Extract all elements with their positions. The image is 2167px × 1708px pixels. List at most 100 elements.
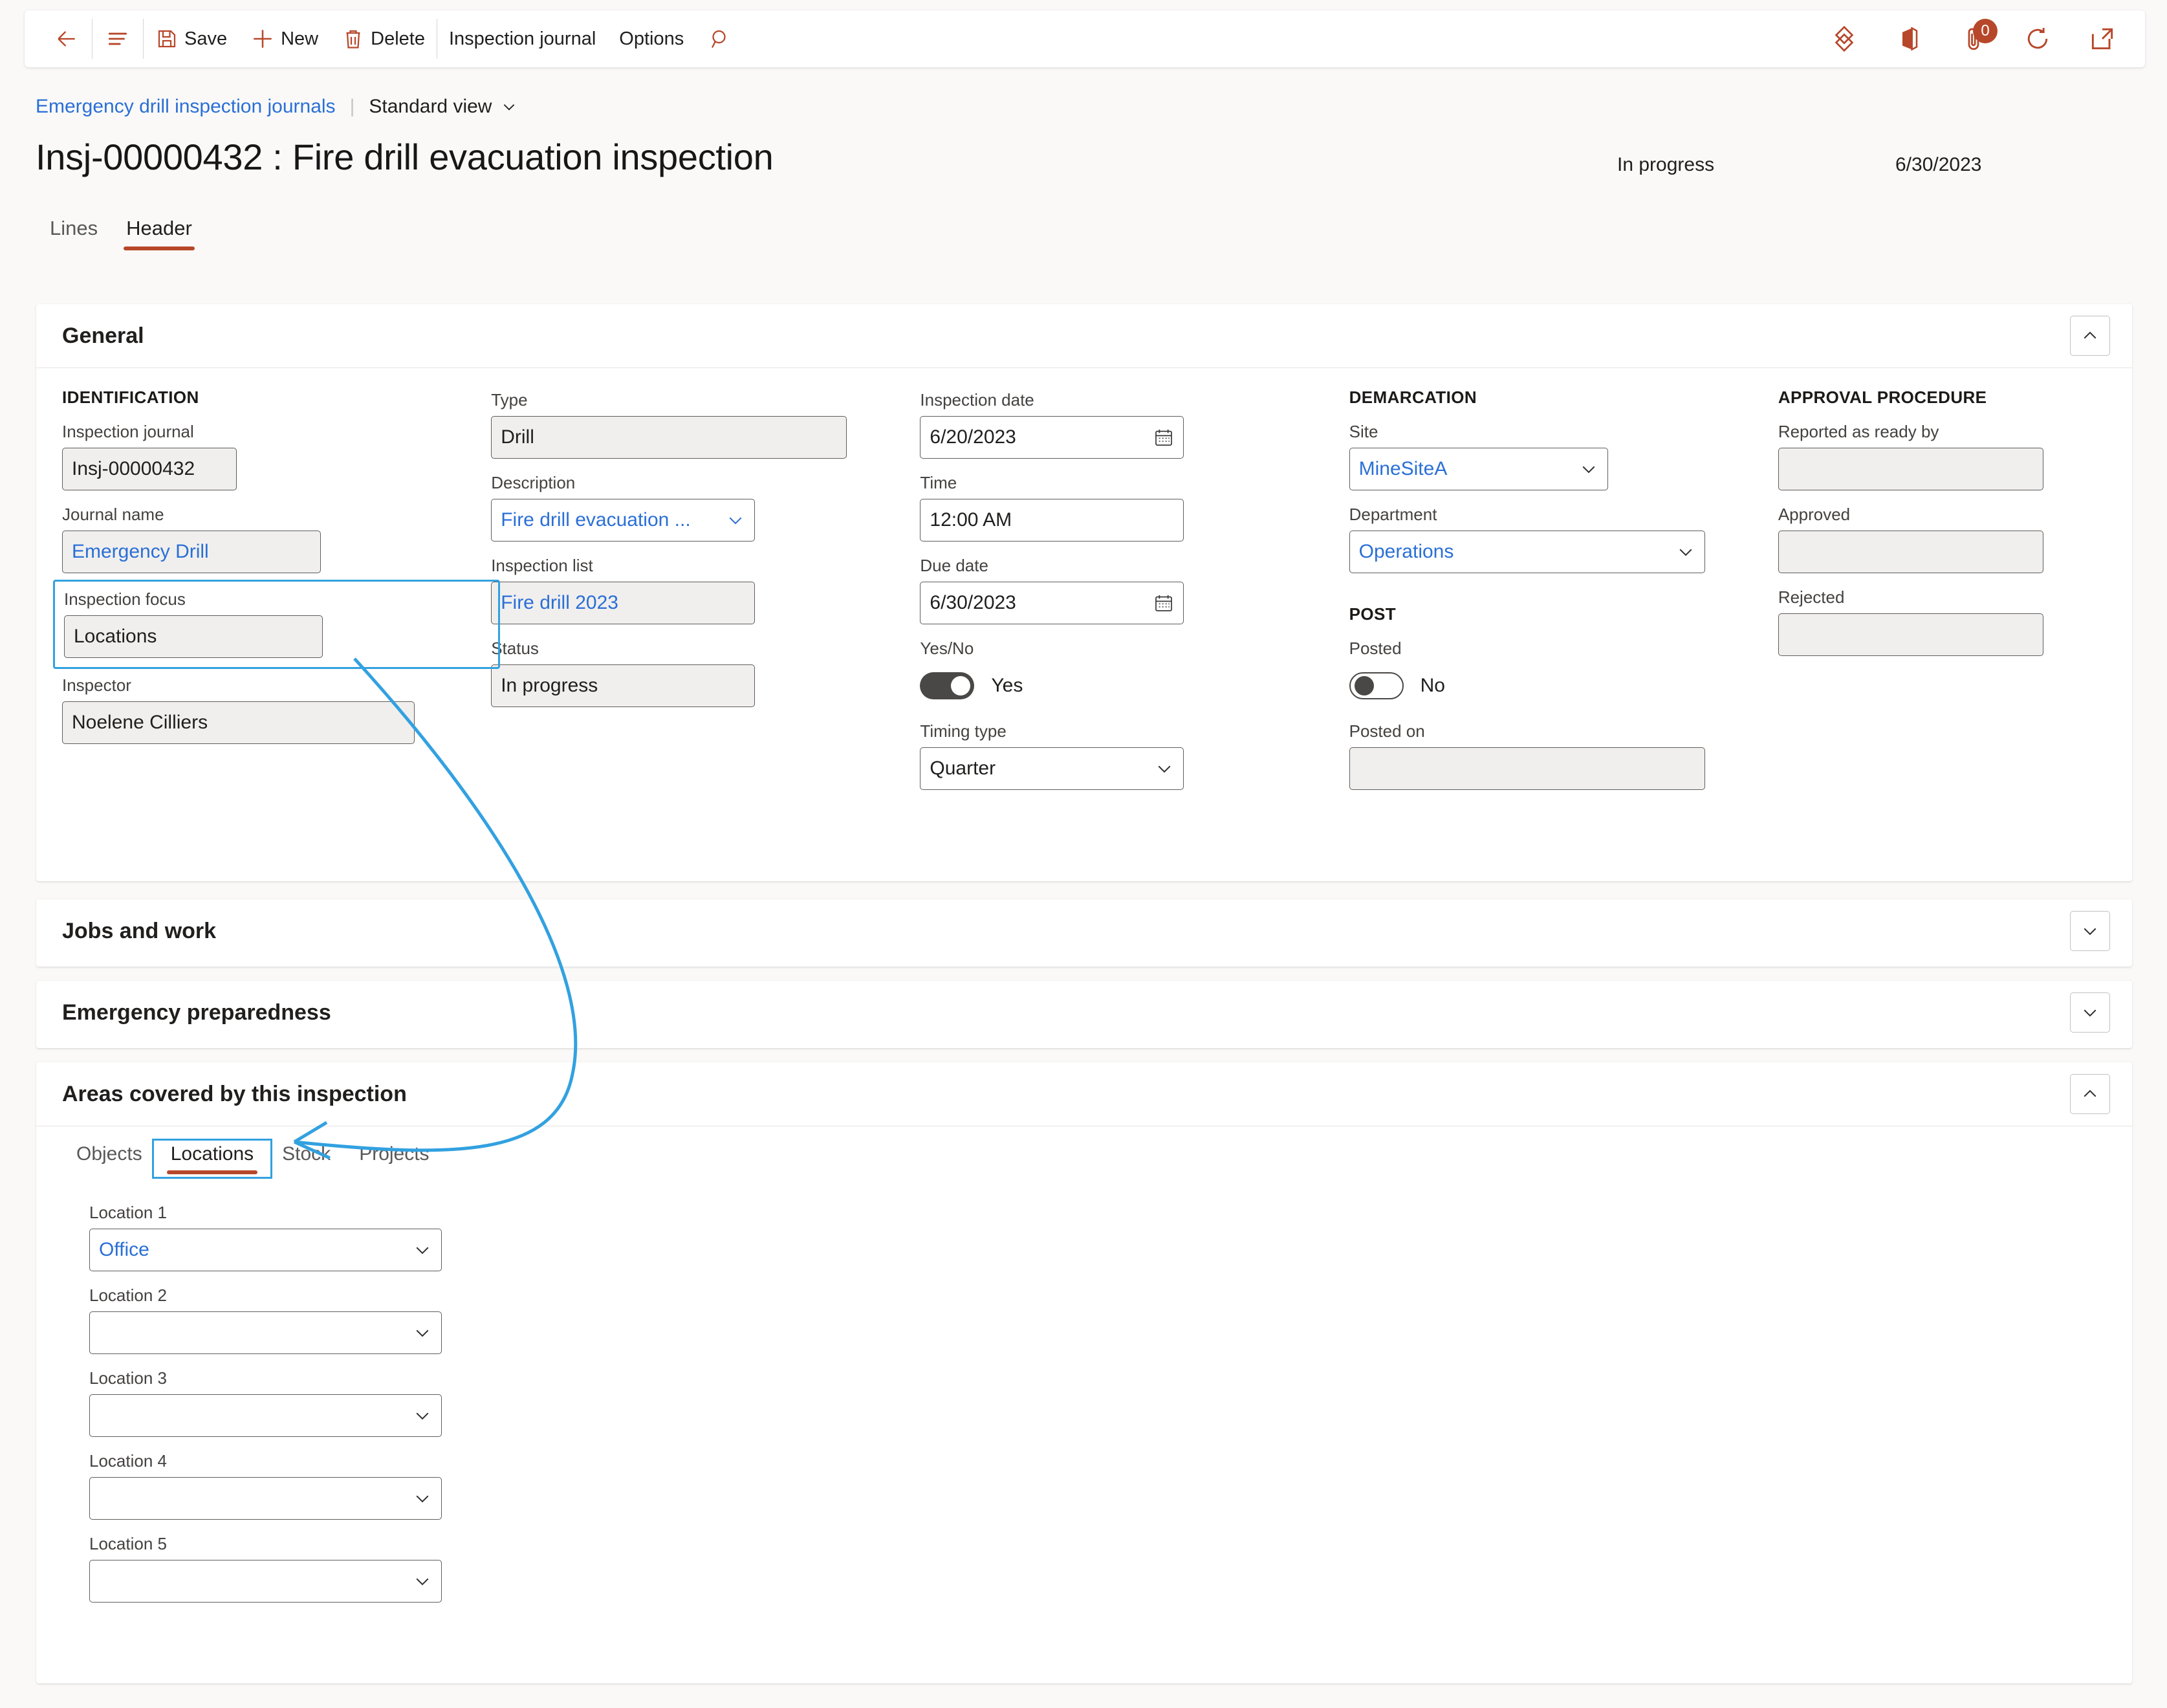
posted-value: No (1420, 675, 1445, 696)
new-button[interactable]: New (239, 19, 330, 59)
subtab-objects[interactable]: Objects (62, 1143, 157, 1174)
site-dropdown[interactable]: MineSiteA (1349, 448, 1608, 490)
rejected-input[interactable] (1778, 613, 2043, 656)
menu-options[interactable]: Options (607, 19, 695, 59)
field-posted: Posted No (1349, 639, 1778, 707)
approval-group-title: Approval procedure (1778, 388, 1987, 407)
breadcrumb-parent-link[interactable]: Emergency drill inspection journals (36, 96, 336, 118)
delete-button[interactable]: Delete (330, 19, 437, 59)
yes-no-toggle[interactable] (920, 672, 975, 699)
inspection-journal-label: Inspection journal (448, 28, 596, 49)
office-icon[interactable] (1895, 25, 1924, 53)
save-button[interactable]: Save (144, 19, 239, 59)
general-header[interactable]: General (36, 304, 2132, 367)
refresh-button[interactable] (2023, 25, 2052, 53)
location-2-dropdown[interactable] (89, 1311, 442, 1354)
show-navigation-button[interactable] (93, 19, 143, 59)
general-collapse-button[interactable] (2070, 316, 2110, 356)
location-5-dropdown[interactable] (89, 1560, 442, 1603)
status-value: In progress (501, 675, 598, 696)
inspection-date-label: Inspection date (920, 390, 1034, 410)
inspection-date-input[interactable]: 6/20/2023 (920, 416, 1184, 459)
description-dropdown[interactable]: Fire drill evacuation ... (491, 499, 756, 542)
view-selector[interactable]: Standard view (369, 96, 517, 118)
general-grid: Identification Inspection journal Insj-0… (36, 368, 2132, 830)
section-jobs-and-work[interactable]: Jobs and work (36, 899, 2132, 967)
description-label: Description (491, 473, 576, 492)
type-input[interactable]: Drill (491, 416, 847, 459)
location-1-label: Location 1 (89, 1203, 167, 1222)
time-input[interactable]: 12:00 AM (920, 499, 1184, 542)
journal-name-input[interactable]: Emergency Drill (62, 531, 321, 573)
posted-on-label: Posted on (1349, 721, 1425, 741)
status-text: In progress (1617, 154, 1715, 175)
jobs-and-work-expand-button[interactable] (2070, 911, 2110, 951)
approved-input[interactable] (1778, 531, 2043, 573)
time-value: 12:00 AM (930, 509, 1012, 531)
tab-lines[interactable]: Lines (36, 217, 112, 250)
command-bar: Save New Delete Inspection journal Optio… (25, 10, 2145, 67)
status-input[interactable]: In progress (491, 664, 756, 707)
inspection-list-input[interactable]: Fire drill 2023 (491, 582, 756, 624)
chevron-down-icon (408, 1489, 432, 1508)
save-icon (155, 27, 179, 50)
inspector-input[interactable]: Noelene Cilliers (62, 701, 415, 744)
search-button[interactable] (695, 19, 745, 59)
inspection-journal-input[interactable]: Insj-00000432 (62, 448, 237, 490)
emergency-preparedness-expand-button[interactable] (2070, 992, 2110, 1033)
field-status: Status In progress (491, 639, 920, 707)
field-location-5: Location 5 (89, 1534, 2132, 1603)
view-selector-label: Standard view (369, 96, 492, 117)
chevron-down-icon (501, 98, 517, 115)
field-posted-on: Posted on (1349, 721, 1778, 790)
chevron-down-icon (408, 1571, 432, 1591)
reported-as-ready-by-input[interactable] (1778, 448, 2043, 490)
inspector-label: Inspector (62, 675, 131, 695)
location-4-dropdown[interactable] (89, 1477, 442, 1520)
field-inspector: Inspector Noelene Cilliers (62, 675, 491, 744)
chevron-down-icon (1671, 542, 1695, 562)
attachments-button[interactable]: 0 (1960, 19, 1998, 52)
field-location-2: Location 2 (89, 1286, 2132, 1354)
menu-inspection-journal[interactable]: Inspection journal (437, 19, 607, 59)
inspection-list-value: Fire drill 2023 (501, 592, 618, 613)
areas-covered-collapse-button[interactable] (2070, 1074, 2110, 1114)
field-inspection-focus: Inspection focus Locations (64, 589, 489, 658)
tab-header[interactable]: Header (112, 217, 206, 250)
back-button[interactable] (41, 19, 92, 59)
location-3-label: Location 3 (89, 1368, 167, 1388)
emergency-preparedness-title: Emergency preparedness (62, 1000, 331, 1025)
posted-toggle[interactable] (1349, 672, 1404, 699)
type-label: Type (491, 390, 528, 410)
section-emergency-preparedness[interactable]: Emergency preparedness (36, 981, 2132, 1048)
chevron-down-icon (721, 510, 745, 530)
subtab-stock[interactable]: Stock (268, 1143, 345, 1174)
due-date-value: 6/30/2023 (930, 592, 1016, 613)
delete-label: Delete (371, 28, 425, 49)
calendar-icon[interactable] (1148, 427, 1174, 448)
column-approval: Approval procedure Reported as ready by … (1778, 388, 2106, 804)
inspection-focus-highlight: Inspection focus Locations (53, 580, 501, 669)
location-1-dropdown[interactable]: Office (89, 1229, 442, 1271)
open-in-new-window-button[interactable] (2088, 25, 2117, 53)
dynamics-diamond-icon[interactable] (1829, 24, 1859, 54)
inspection-journal-value: Insj-00000432 (72, 458, 195, 479)
areas-covered-header[interactable]: Areas covered by this inspection (36, 1062, 2132, 1126)
rejected-label: Rejected (1778, 587, 1845, 607)
department-dropdown[interactable]: Operations (1349, 531, 1705, 573)
timing-type-dropdown[interactable]: Quarter (920, 747, 1184, 790)
inspection-focus-input[interactable]: Locations (64, 615, 323, 658)
emergency-preparedness-header[interactable]: Emergency preparedness (36, 981, 2132, 1044)
due-date-input[interactable]: 6/30/2023 (920, 582, 1184, 624)
field-yes-no: Yes/No Yes (920, 639, 1349, 707)
jobs-and-work-header[interactable]: Jobs and work (36, 899, 2132, 963)
field-inspection-journal: Inspection journal Insj-00000432 (62, 422, 491, 490)
posted-on-input[interactable] (1349, 747, 1705, 790)
subtab-projects[interactable]: Projects (345, 1143, 443, 1174)
hamburger-icon (105, 27, 130, 51)
calendar-icon[interactable] (1148, 593, 1174, 613)
chevron-down-icon (408, 1240, 432, 1260)
field-inspection-list: Inspection list Fire drill 2023 (491, 556, 920, 624)
location-3-dropdown[interactable] (89, 1394, 442, 1437)
subtab-locations[interactable]: Locations (151, 1139, 273, 1179)
